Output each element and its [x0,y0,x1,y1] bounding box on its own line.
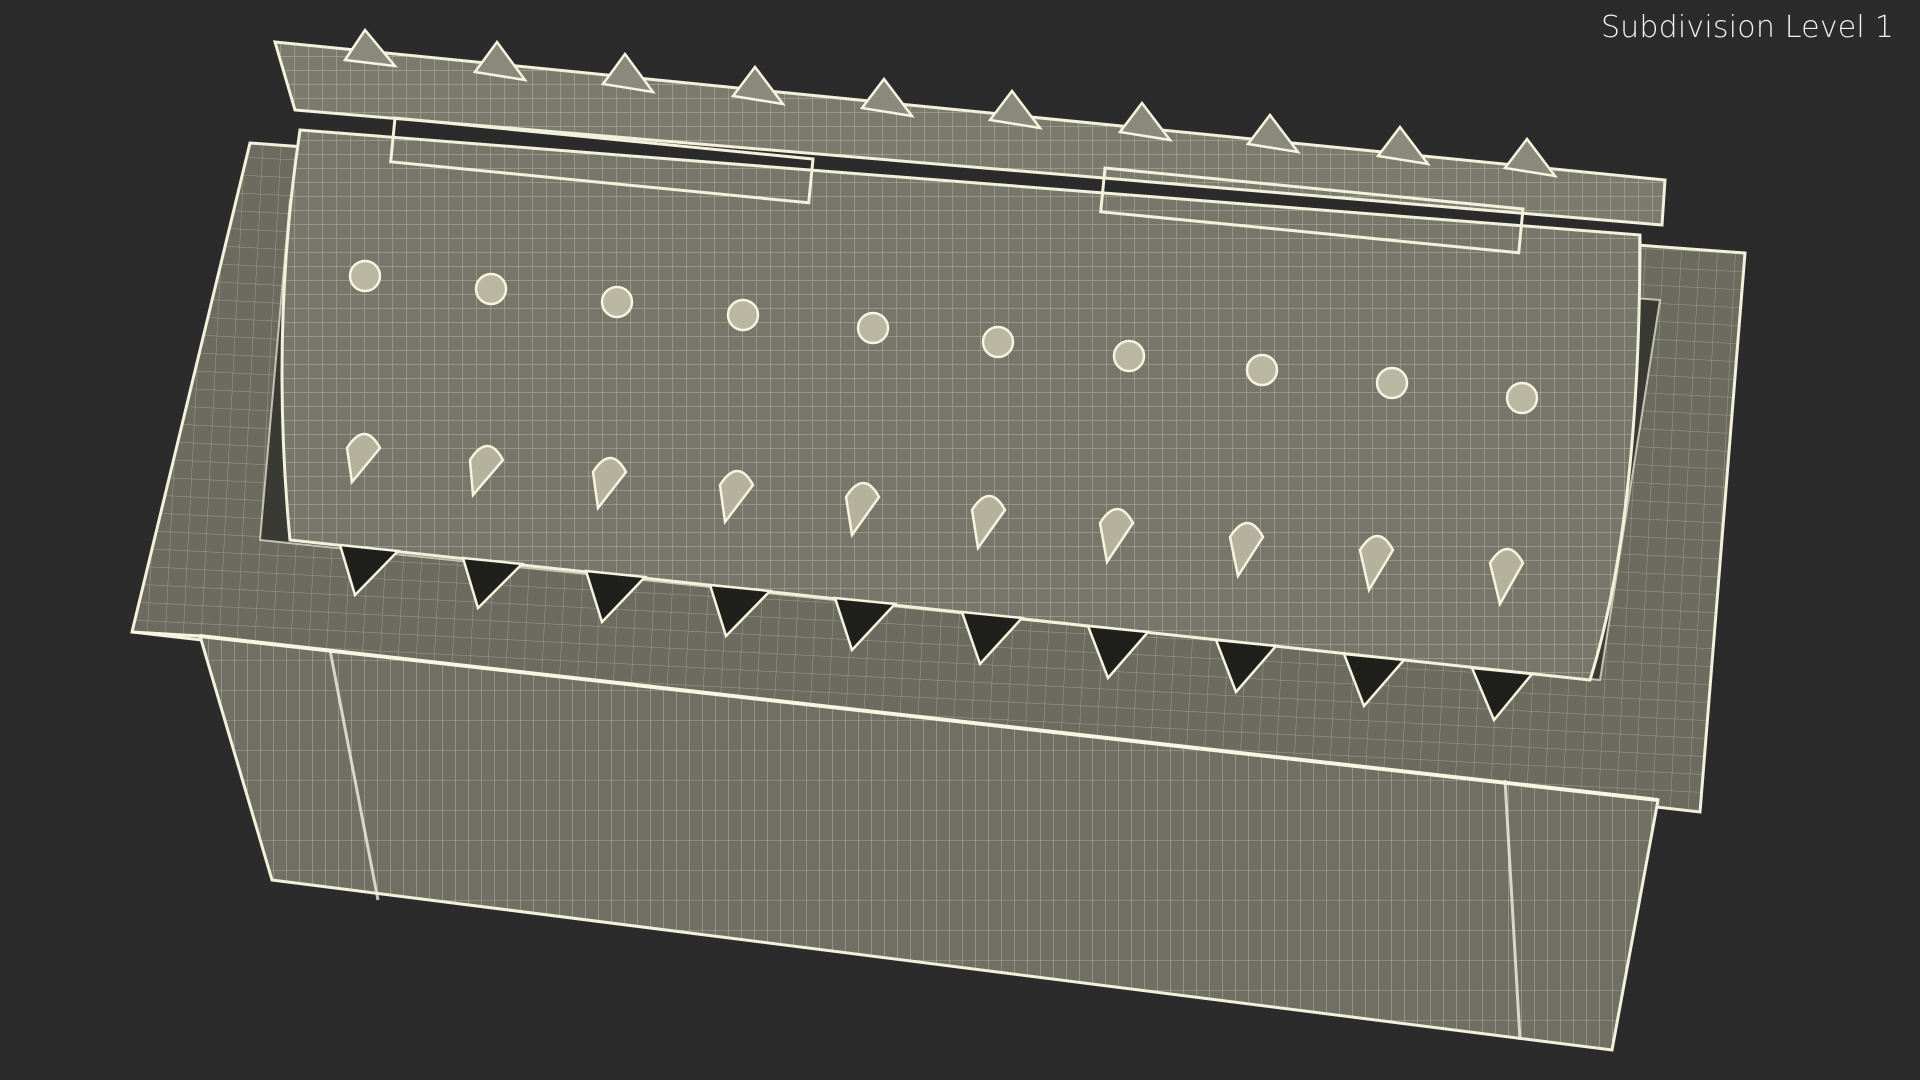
subdivision-level-label: Subdivision Level 1 [1600,10,1894,45]
render-viewport: Subdivision Level 1 [0,0,1920,1080]
wireframe-model [130,27,1747,1052]
